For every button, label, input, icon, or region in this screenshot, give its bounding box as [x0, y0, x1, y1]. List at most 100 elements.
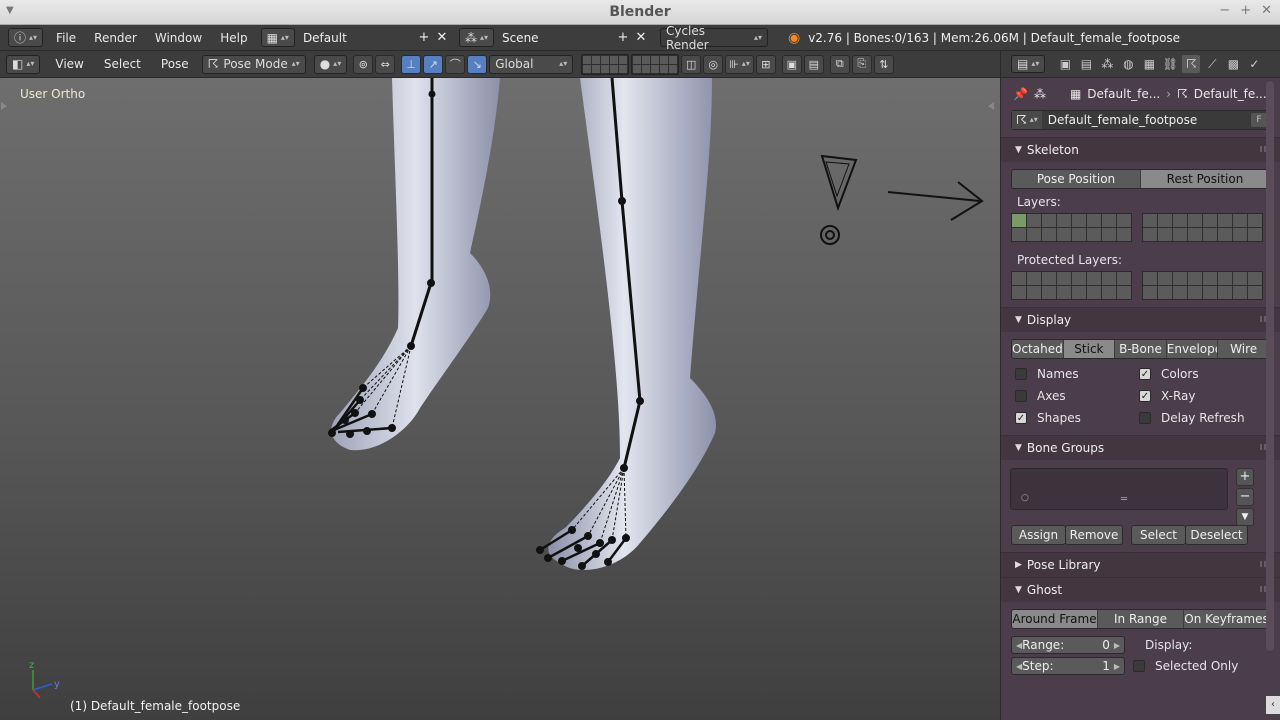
translate-manipulator-button[interactable]: ⊥: [401, 54, 422, 74]
render-still-button[interactable]: ▣: [781, 54, 802, 74]
constraints-tab-icon[interactable]: ⛓: [1161, 55, 1179, 73]
paste-pose-button[interactable]: ⎘: [851, 54, 872, 74]
minimize-icon[interactable]: −: [1219, 3, 1230, 18]
menu-pose[interactable]: Pose: [152, 51, 198, 77]
3d-viewport[interactable]: User Ortho z y (1) Default_female_footpo…: [0, 78, 1000, 720]
scale-manipulator-button[interactable]: ⌒: [445, 54, 466, 74]
fake-user-button[interactable]: F: [1251, 113, 1267, 127]
filter-icon[interactable]: ○: [1021, 493, 1029, 503]
scene-layers-grid-2[interactable]: [631, 53, 680, 75]
bone-tab-icon[interactable]: ⟋: [1203, 55, 1221, 73]
proportional-edit-button[interactable]: ◎: [703, 54, 724, 74]
display-envelope-button[interactable]: Envelope: [1166, 340, 1219, 358]
colors-checkbox[interactable]: ✓ Colors: [1125, 367, 1249, 381]
transform-orientation-dropdown[interactable]: Global ▴▾: [489, 54, 574, 74]
shapes-checkbox[interactable]: ✓ Shapes: [1001, 411, 1125, 425]
editor-type-3dview-button[interactable]: ◧ ▴▾: [6, 54, 41, 74]
render-engine-dropdown[interactable]: Cycles Render ▴▾: [659, 24, 768, 52]
rotate-manipulator-button[interactable]: ↗: [423, 54, 444, 74]
ghost-around-frame-button[interactable]: Around Frame: [1012, 610, 1098, 628]
window-menu-icon[interactable]: ▼: [6, 5, 14, 16]
render-animation-button[interactable]: ▤: [803, 54, 824, 74]
menu-view[interactable]: View: [46, 51, 92, 77]
world-tab-icon[interactable]: ◍: [1119, 55, 1137, 73]
snap-target-button[interactable]: ⊞: [755, 54, 776, 74]
menu-render[interactable]: Render: [85, 25, 146, 51]
xray-checkbox[interactable]: ✓ X-Ray: [1125, 389, 1249, 403]
render-layers-tab-icon[interactable]: ▤: [1077, 55, 1095, 73]
editor-type-properties-button[interactable]: ▤ ▴▾: [1011, 55, 1046, 73]
properties-scrollbar[interactable]: [1266, 81, 1274, 651]
manipulator-toggle[interactable]: ⇔: [375, 54, 396, 74]
region-toggle-icon[interactable]: ‹: [1266, 696, 1280, 714]
manipulator-extra-button[interactable]: ↘: [467, 54, 488, 74]
protected-grid-left[interactable]: [1011, 271, 1132, 300]
remove-bone-group-button[interactable]: −: [1236, 488, 1254, 506]
snap-element-button[interactable]: ⊪ ▴▾: [725, 54, 754, 74]
display-octahedral-button[interactable]: Octahedr: [1012, 340, 1064, 358]
delete-scene-icon[interactable]: ✕: [632, 29, 650, 47]
rest-position-button[interactable]: Rest Position: [1141, 170, 1269, 188]
maximize-icon[interactable]: +: [1240, 3, 1251, 18]
bone-groups-list[interactable]: ○ ═: [1010, 468, 1228, 510]
pin-icon[interactable]: 📌: [1013, 87, 1028, 101]
texture-tab-icon[interactable]: ▩: [1224, 55, 1242, 73]
list-resize-grip-icon[interactable]: ═: [1121, 494, 1127, 505]
remove-button[interactable]: Remove: [1065, 525, 1123, 545]
ghost-panel-header[interactable]: ▼ Ghost: [1001, 578, 1280, 602]
protected-grid-right[interactable]: [1142, 271, 1263, 300]
physics-tab-icon[interactable]: ✓: [1245, 55, 1263, 73]
tool-shelf-toggle[interactable]: [1, 102, 7, 110]
display-bbone-button[interactable]: B-Bone: [1115, 340, 1167, 358]
menu-help[interactable]: Help: [211, 25, 256, 51]
assign-button[interactable]: Assign: [1011, 525, 1066, 545]
armature-datablock-field[interactable]: ☈ ▴▾ Default_female_footpose F: [1011, 110, 1270, 130]
layers-grid-right[interactable]: [1142, 213, 1263, 242]
scene-selector[interactable]: ⁂ ▴▾: [458, 28, 494, 47]
delay-refresh-checkbox[interactable]: Delay Refresh: [1125, 411, 1249, 425]
add-scene-icon[interactable]: +: [614, 29, 632, 47]
display-wire-button[interactable]: Wire: [1218, 340, 1269, 358]
scene-name-field[interactable]: Scene: [495, 28, 614, 47]
bone-group-menu-button[interactable]: ▼: [1236, 508, 1254, 526]
deselect-button[interactable]: Deselect: [1185, 525, 1248, 545]
names-checkbox[interactable]: Names: [1001, 367, 1125, 381]
selected-only-checkbox[interactable]: Selected Only: [1125, 659, 1249, 673]
editor-type-info-button[interactable]: ⓘ ▴▾: [8, 28, 44, 47]
scene-layers-grid-1[interactable]: [581, 53, 630, 75]
menu-file[interactable]: File: [47, 25, 85, 51]
menu-window[interactable]: Window: [146, 25, 211, 51]
display-stick-button[interactable]: Stick: [1063, 340, 1116, 358]
layout-name-field[interactable]: Default: [296, 28, 415, 47]
axes-checkbox[interactable]: Axes: [1001, 389, 1125, 403]
properties-region-toggle[interactable]: [988, 102, 994, 110]
ghost-on-keyframes-button[interactable]: On Keyframes: [1184, 610, 1269, 628]
menu-select[interactable]: Select: [95, 51, 150, 77]
ghost-step-field[interactable]: ◀ Step: 1 ▶: [1011, 657, 1125, 675]
paste-flipped-pose-button[interactable]: ⇅: [873, 54, 894, 74]
ghost-range-field[interactable]: ◀ Range: 0 ▶: [1011, 636, 1125, 654]
viewport-shading-dropdown[interactable]: ● ▴▾: [313, 54, 348, 74]
add-layout-icon[interactable]: +: [415, 29, 433, 47]
copy-pose-button[interactable]: ⧉: [829, 54, 850, 74]
ghost-in-range-button[interactable]: In Range: [1098, 610, 1184, 628]
armature-datablock-icon[interactable]: ☈ ▴▾: [1012, 111, 1042, 129]
bone-groups-panel-header[interactable]: ▼ Bone Groups: [1001, 436, 1280, 460]
mode-dropdown[interactable]: ☈ Pose Mode ▴▾: [201, 54, 306, 74]
screen-layout-selector[interactable]: ▦ ▴▾: [260, 28, 295, 47]
pose-position-button[interactable]: Pose Position: [1012, 170, 1141, 188]
delete-layout-icon[interactable]: ✕: [433, 29, 451, 47]
object-tab-icon[interactable]: ▦: [1140, 55, 1158, 73]
pivot-point-button[interactable]: ⊚: [353, 54, 374, 74]
armature-data-tab-icon[interactable]: ☈: [1182, 55, 1201, 73]
skeleton-panel-header[interactable]: ▼ Skeleton: [1001, 138, 1280, 162]
layers-grid-left[interactable]: [1011, 213, 1132, 242]
lock-layers-button[interactable]: ◫: [681, 54, 702, 74]
add-bone-group-button[interactable]: +: [1236, 468, 1254, 486]
pose-library-panel-header[interactable]: ▶ Pose Library: [1001, 553, 1280, 577]
scene-tab-icon[interactable]: ⁂: [1098, 55, 1116, 73]
display-panel-header[interactable]: ▼ Display: [1001, 308, 1280, 332]
close-icon[interactable]: ✕: [1261, 3, 1272, 18]
select-button[interactable]: Select: [1131, 525, 1186, 545]
render-tab-icon[interactable]: ▣: [1056, 55, 1074, 73]
